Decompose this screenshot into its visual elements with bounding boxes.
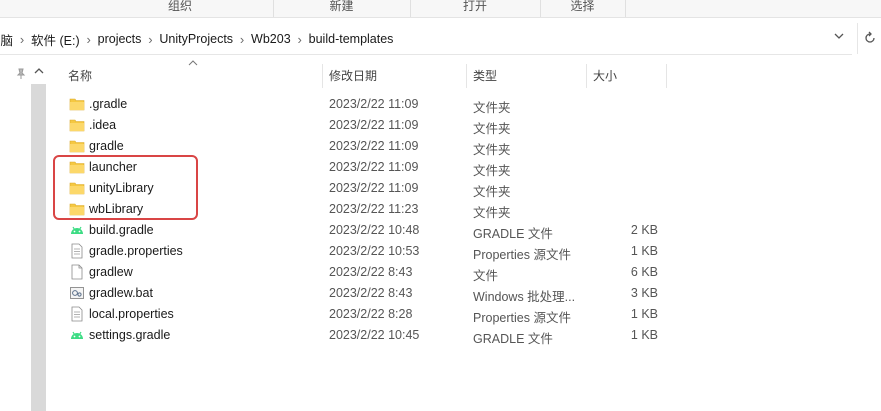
file-name: gradle xyxy=(89,139,124,153)
file-type: 文件夹 xyxy=(473,164,511,178)
file-size: 1 KB xyxy=(630,328,658,342)
highlight-box xyxy=(53,155,198,220)
pin-icon[interactable] xyxy=(15,68,27,80)
file-date: 2023/2/22 11:23 xyxy=(329,202,419,216)
file-date: 2023/2/22 8:43 xyxy=(329,286,413,300)
column-header-date[interactable]: 修改日期 xyxy=(329,63,377,89)
file-date: 2023/2/22 11:09 xyxy=(329,181,419,195)
file-type: 文件夹 xyxy=(473,206,511,220)
file-row[interactable]: gradlew.bat 2023/2/22 8:43 Windows 批处理..… xyxy=(62,283,672,304)
document-icon xyxy=(69,306,85,322)
file-type: 文件夹 xyxy=(473,122,511,136)
file-date: 2023/2/22 8:28 xyxy=(329,307,413,321)
chevron-right-icon[interactable]: › xyxy=(13,32,31,47)
file-type: GRADLE 文件 xyxy=(473,332,553,346)
breadcrumb: 电脑 › 软件 (E:) › projects › UnityProjects … xyxy=(0,30,394,49)
address-bar[interactable]: 电脑 › 软件 (E:) › projects › UnityProjects … xyxy=(0,23,852,55)
chevron-right-icon[interactable]: › xyxy=(233,32,251,47)
chevron-right-icon[interactable]: › xyxy=(291,32,309,47)
chevron-down-icon[interactable] xyxy=(832,30,846,46)
file-date: 2023/2/22 11:09 xyxy=(329,97,419,111)
file-date: 2023/2/22 11:09 xyxy=(329,118,419,132)
chevron-right-icon[interactable]: › xyxy=(80,32,98,47)
folder-icon xyxy=(69,96,85,112)
breadcrumb-unityprojects[interactable]: UnityProjects xyxy=(159,32,233,46)
android-icon xyxy=(69,222,85,238)
refresh-icon xyxy=(865,31,875,43)
file-name: gradlew xyxy=(89,265,133,279)
breadcrumb-computer[interactable]: 电脑 xyxy=(0,30,13,49)
file-name: gradle.properties xyxy=(89,244,183,258)
column-divider[interactable] xyxy=(586,64,587,88)
file-size: 1 KB xyxy=(630,307,658,321)
file-type: 文件 xyxy=(473,269,499,283)
file-type: Properties 源文件 xyxy=(473,248,571,262)
file-date: 2023/2/22 8:43 xyxy=(329,265,413,279)
breadcrumb-projects[interactable]: projects xyxy=(98,32,142,46)
file-row[interactable]: build.gradle 2023/2/22 10:48 GRADLE 文件 2… xyxy=(62,220,672,241)
column-divider[interactable] xyxy=(466,64,467,88)
file-row[interactable]: settings.gradle 2023/2/22 10:45 GRADLE 文… xyxy=(62,325,672,346)
document-icon xyxy=(69,243,85,259)
file-name: gradlew.bat xyxy=(89,286,153,300)
ribbon-group-select: 选择 xyxy=(540,0,626,17)
sort-ascending-icon xyxy=(188,58,198,68)
file-row[interactable]: .idea 2023/2/22 11:09 文件夹 xyxy=(62,115,672,136)
ribbon-group-open: 打开 xyxy=(410,0,541,17)
file-type: Properties 源文件 xyxy=(473,311,571,325)
file-row[interactable]: gradle 2023/2/22 11:09 文件夹 xyxy=(62,136,672,157)
android-icon xyxy=(69,327,85,343)
blank-file-icon xyxy=(69,264,85,280)
file-size: 2 KB xyxy=(630,223,658,237)
file-size: 6 KB xyxy=(630,265,658,279)
chevron-up-icon[interactable] xyxy=(34,66,44,76)
file-row[interactable]: gradle.properties 2023/2/22 10:53 Proper… xyxy=(62,241,672,262)
file-row[interactable]: .gradle 2023/2/22 11:09 文件夹 xyxy=(62,94,672,115)
file-name: settings.gradle xyxy=(89,328,171,342)
file-name: local.properties xyxy=(89,307,174,321)
file-name: .idea xyxy=(89,118,117,132)
ribbon-group-organize: 组织 xyxy=(87,0,274,17)
nav-pane-scrollbar[interactable] xyxy=(31,84,46,411)
folder-icon xyxy=(69,117,85,133)
chevron-right-icon[interactable]: › xyxy=(141,32,159,47)
file-name: build.gradle xyxy=(89,223,154,237)
refresh-button[interactable] xyxy=(857,23,881,54)
file-type: 文件夹 xyxy=(473,143,511,157)
column-divider[interactable] xyxy=(322,64,323,88)
batch-file-icon xyxy=(69,285,85,301)
file-date: 2023/2/22 11:09 xyxy=(329,139,419,153)
file-row[interactable]: local.properties 2023/2/22 8:28 Properti… xyxy=(62,304,672,325)
file-date: 2023/2/22 11:09 xyxy=(329,160,419,174)
file-type: Windows 批处理... xyxy=(473,290,576,304)
file-name: .gradle xyxy=(89,97,128,111)
ribbon-group-new: 新建 xyxy=(273,0,411,17)
file-type: 文件夹 xyxy=(473,185,511,199)
file-date: 2023/2/22 10:48 xyxy=(329,223,420,237)
column-header-type[interactable]: 类型 xyxy=(473,63,497,89)
file-row[interactable]: gradlew 2023/2/22 8:43 文件 6 KB xyxy=(62,262,672,283)
file-date: 2023/2/22 10:45 xyxy=(329,328,420,342)
column-header-name[interactable]: 名称 xyxy=(68,63,92,89)
file-type: 文件夹 xyxy=(473,101,511,115)
file-size: 1 KB xyxy=(630,244,658,258)
breadcrumb-wb203[interactable]: Wb203 xyxy=(251,32,291,46)
folder-icon xyxy=(69,138,85,154)
file-size: 3 KB xyxy=(630,286,658,300)
column-header-size[interactable]: 大小 xyxy=(593,63,617,89)
ribbon-group-labels: 组织 新建 打开 选择 xyxy=(0,0,881,18)
file-type: GRADLE 文件 xyxy=(473,227,553,241)
column-divider[interactable] xyxy=(666,64,667,88)
breadcrumb-build-templates[interactable]: build-templates xyxy=(309,32,394,46)
file-date: 2023/2/22 10:53 xyxy=(329,244,420,258)
breadcrumb-drive[interactable]: 软件 (E:) xyxy=(31,30,80,49)
